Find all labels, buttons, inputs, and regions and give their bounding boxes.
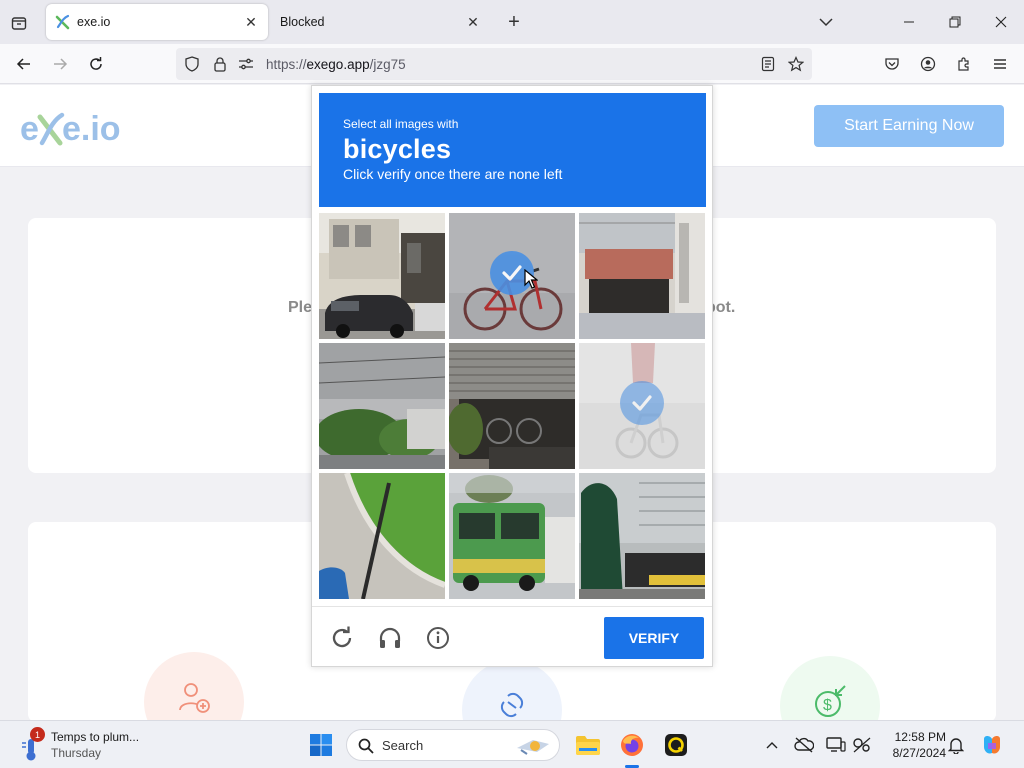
tracking-protection-shield-icon[interactable] bbox=[184, 56, 200, 72]
q-app-icon bbox=[665, 734, 687, 756]
clock-date: 8/27/2024 bbox=[892, 746, 946, 760]
search-label: Search bbox=[382, 738, 424, 753]
app-q-button[interactable] bbox=[660, 729, 692, 761]
url-host: exego.app bbox=[306, 57, 370, 72]
svg-text:e: e bbox=[20, 110, 39, 148]
url-path: /jzg75 bbox=[369, 57, 406, 72]
url-text[interactable]: https://exego.app/jzg75 bbox=[266, 57, 406, 72]
captcha-tile-4[interactable] bbox=[319, 343, 445, 469]
close-window-button[interactable] bbox=[989, 10, 1013, 34]
back-arrow-icon bbox=[16, 58, 30, 70]
system-clock[interactable]: 12:58 PM 8/27/2024 bbox=[880, 729, 946, 761]
start-earning-button[interactable]: Start Earning Now bbox=[814, 105, 1004, 147]
account-icon bbox=[920, 56, 936, 72]
browser-tab-bar: exe.io ✕ Blocked ✕ + bbox=[0, 0, 1024, 44]
weather-day: Thursday bbox=[51, 746, 102, 760]
info-icon[interactable] bbox=[424, 624, 452, 652]
notifications-bell-icon[interactable] bbox=[946, 735, 966, 755]
captcha-tile-7[interactable] bbox=[319, 473, 445, 599]
windows-logo-icon bbox=[310, 734, 332, 756]
close-tab-icon[interactable]: ✕ bbox=[240, 11, 262, 33]
exe-io-logo[interactable]: e e.io bbox=[20, 103, 130, 149]
permissions-icon[interactable] bbox=[238, 56, 254, 72]
tab-blocked[interactable]: Blocked ✕ bbox=[268, 4, 490, 40]
minimize-window-button[interactable] bbox=[897, 10, 921, 34]
add-user-icon bbox=[179, 683, 210, 713]
new-tab-button[interactable]: + bbox=[503, 11, 525, 33]
captcha-tile-9[interactable] bbox=[579, 473, 705, 599]
close-tab-icon[interactable]: ✕ bbox=[462, 11, 484, 33]
exe-io-favicon bbox=[55, 14, 71, 30]
tab-list-icon bbox=[11, 17, 27, 30]
forward-button[interactable] bbox=[48, 52, 72, 76]
network-settings-icon[interactable] bbox=[852, 735, 872, 755]
tab-title: Blocked bbox=[280, 15, 325, 29]
firefox-button[interactable] bbox=[616, 729, 648, 761]
captcha-subtitle: Select all images with bbox=[343, 117, 459, 131]
captcha-image-grid bbox=[319, 213, 707, 601]
weather-widget[interactable]: 1 Temps to plum... Thursday bbox=[18, 727, 168, 763]
tab-overflow-chevron-icon[interactable] bbox=[815, 11, 837, 33]
hamburger-menu-icon bbox=[994, 59, 1006, 69]
taskbar-search[interactable]: Search bbox=[346, 729, 560, 761]
refresh-challenge-icon[interactable] bbox=[328, 624, 356, 652]
captcha-tile-8[interactable] bbox=[449, 473, 575, 599]
puzzle-icon bbox=[958, 57, 969, 71]
back-button[interactable] bbox=[12, 52, 36, 76]
dollar-icon: $ bbox=[815, 685, 846, 717]
reader-view-icon[interactable] bbox=[760, 56, 776, 72]
captcha-tile-3[interactable] bbox=[579, 213, 705, 339]
show-hidden-icons-chevron-icon[interactable] bbox=[762, 735, 782, 755]
mouse-cursor-icon bbox=[524, 269, 538, 289]
captcha-instruction: Click verify once there are none left bbox=[343, 166, 563, 182]
captcha-tile-2[interactable] bbox=[449, 213, 575, 339]
file-explorer-button[interactable] bbox=[572, 729, 604, 761]
folder-icon bbox=[576, 736, 600, 755]
verify-button[interactable]: VERIFY bbox=[604, 617, 704, 659]
onedrive-offline-icon[interactable] bbox=[794, 735, 814, 755]
captcha-target: bicycles bbox=[343, 134, 452, 164]
card-text-fragment-left: Ple bbox=[288, 299, 313, 316]
link-icon bbox=[500, 692, 524, 718]
pocket-button[interactable] bbox=[880, 52, 904, 76]
reload-icon bbox=[90, 57, 102, 70]
app-menu-button[interactable] bbox=[988, 52, 1012, 76]
copilot-icon[interactable] bbox=[980, 733, 1004, 757]
reload-button[interactable] bbox=[84, 52, 108, 76]
search-highlight-icon bbox=[517, 740, 549, 755]
captcha-challenge: Select all images with bicycles Click ve… bbox=[311, 85, 713, 667]
firefox-icon bbox=[621, 734, 643, 756]
url-scheme: https:// bbox=[266, 57, 307, 72]
lock-icon[interactable] bbox=[212, 56, 228, 72]
audio-challenge-headphones-icon[interactable] bbox=[376, 624, 404, 652]
search-icon bbox=[358, 738, 374, 754]
captcha-header: Select all images with bicycles Click ve… bbox=[319, 93, 706, 207]
browser-nav-bar: https://exego.app/jzg75 bbox=[0, 44, 1024, 84]
notification-badge: 1 bbox=[30, 727, 45, 742]
captcha-tile-5[interactable] bbox=[449, 343, 575, 469]
pocket-icon bbox=[885, 58, 899, 70]
start-button[interactable] bbox=[305, 729, 337, 761]
bookmark-star-icon[interactable] bbox=[788, 56, 804, 72]
selected-check-icon bbox=[620, 381, 664, 425]
captcha-tile-6[interactable] bbox=[579, 343, 705, 469]
extensions-button[interactable] bbox=[952, 52, 976, 76]
tab-list-button[interactable] bbox=[8, 12, 30, 34]
account-button[interactable] bbox=[916, 52, 940, 76]
address-bar[interactable]: https://exego.app/jzg75 bbox=[176, 48, 812, 80]
tab-exe-io[interactable]: exe.io ✕ bbox=[46, 4, 268, 40]
captcha-tile-1[interactable] bbox=[319, 213, 445, 339]
captcha-footer: VERIFY bbox=[312, 606, 712, 666]
forward-arrow-icon bbox=[54, 58, 68, 70]
display-icon[interactable] bbox=[826, 735, 846, 755]
svg-text:e.io: e.io bbox=[62, 110, 121, 148]
restore-window-button[interactable] bbox=[943, 10, 967, 34]
weather-headline: Temps to plum... bbox=[51, 730, 140, 744]
clock-time: 12:58 PM bbox=[894, 730, 946, 744]
tab-title: exe.io bbox=[77, 15, 111, 29]
windows-taskbar: 1 Temps to plum... Thursday Search 12:58… bbox=[0, 720, 1024, 768]
svg-text:$: $ bbox=[823, 697, 832, 714]
